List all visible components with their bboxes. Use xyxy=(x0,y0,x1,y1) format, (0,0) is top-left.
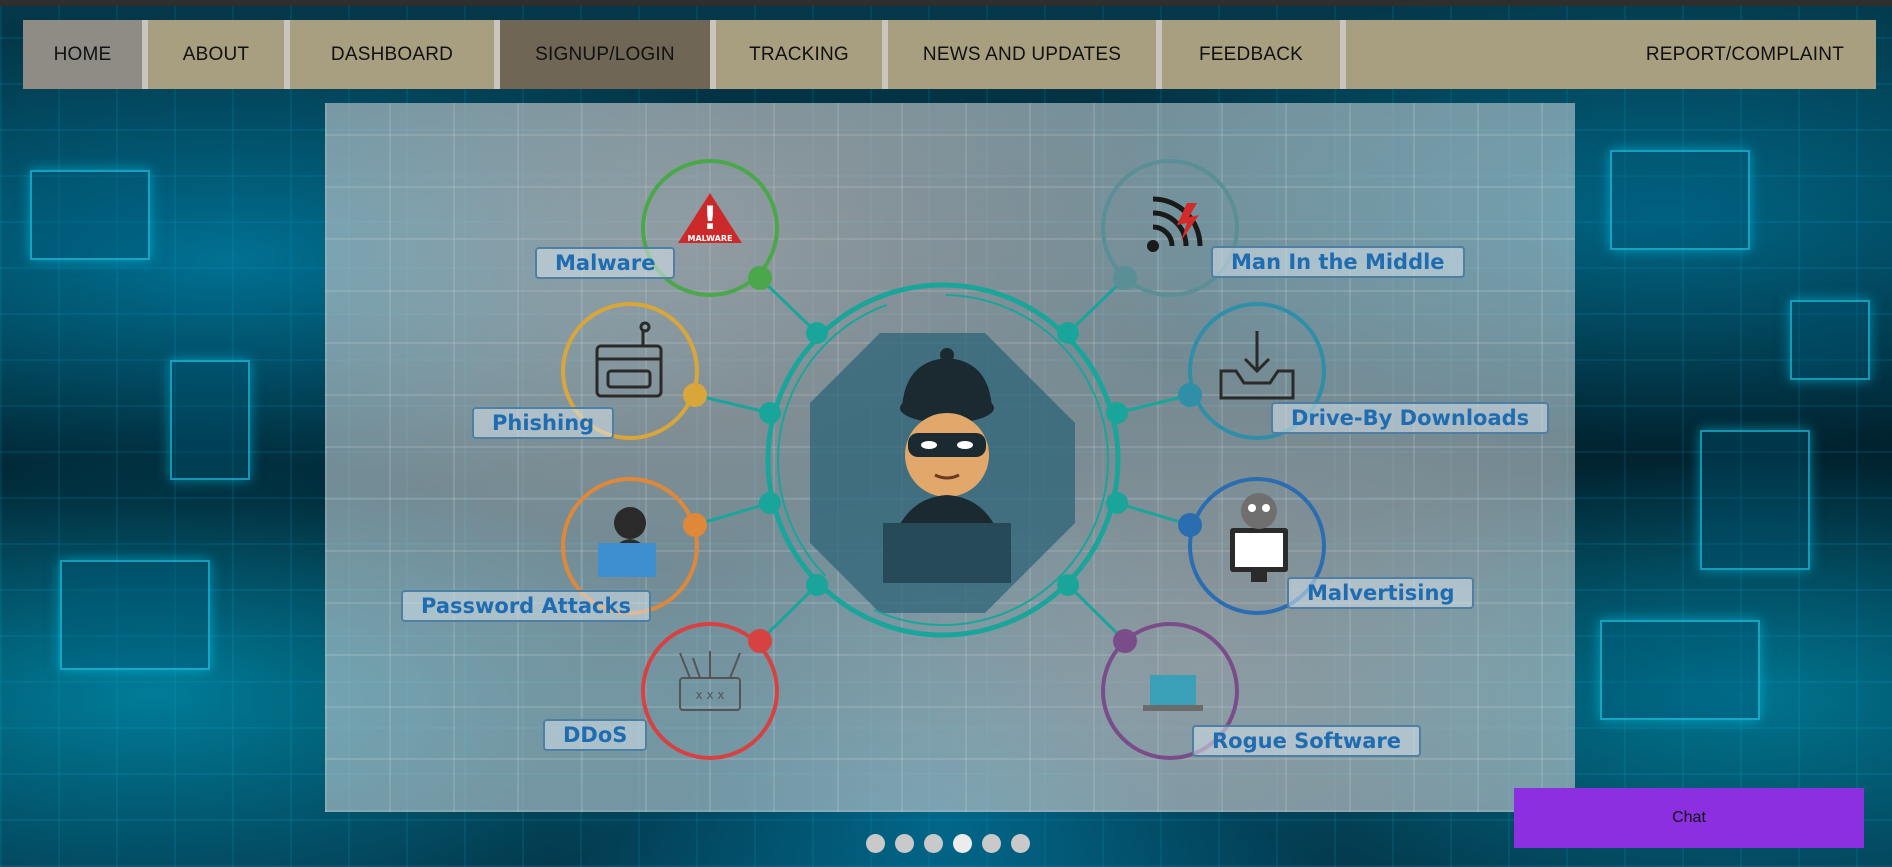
label-rogue-software: Rogue Software xyxy=(1192,725,1422,757)
ddos-node xyxy=(748,629,772,653)
nav-about[interactable]: ABOUT xyxy=(148,20,290,89)
label-drive-by-downloads: Drive-By Downloads xyxy=(1271,402,1550,434)
monitor-virus-icon xyxy=(1230,493,1288,582)
carousel-dot-5[interactable] xyxy=(982,834,1001,853)
svg-text:x x x: x x x xyxy=(696,688,725,702)
carousel-dot-1[interactable] xyxy=(866,834,885,853)
label-phishing: Phishing xyxy=(472,407,615,439)
nav-home[interactable]: HOME xyxy=(23,20,148,89)
malvertising-node xyxy=(1178,513,1202,537)
rogue-laptop-icon xyxy=(1143,675,1203,711)
label-man-in-the-middle: Man In the Middle xyxy=(1211,246,1465,278)
chat-button[interactable]: Chat xyxy=(1514,788,1864,848)
nav-tracking[interactable]: TRACKING xyxy=(716,20,888,89)
label-malvertising: Malvertising xyxy=(1287,577,1475,609)
phishing-node xyxy=(683,383,707,407)
circuit-tile xyxy=(1790,300,1870,380)
nav-signup-login[interactable]: SIGNUP/LOGIN xyxy=(500,20,716,89)
circuit-tile xyxy=(1610,150,1750,250)
label-malware: Malware xyxy=(535,247,676,279)
password-node xyxy=(683,513,707,537)
nav-feedback[interactable]: FEEDBACK xyxy=(1162,20,1346,89)
mitm-node xyxy=(1113,266,1137,290)
circuit-tile xyxy=(30,170,150,260)
wifi-attack-icon xyxy=(1147,196,1203,252)
carousel-dot-6[interactable] xyxy=(1011,834,1030,853)
nav-news-and-updates[interactable]: NEWS AND UPDATES xyxy=(888,20,1162,89)
main-navigation: HOME ABOUT DASHBOARD SIGNUP/LOGIN TRACKI… xyxy=(23,20,1876,89)
network-disruption-icon: x x x xyxy=(679,651,741,711)
label-password-attacks: Password Attacks xyxy=(401,590,651,622)
top-border xyxy=(0,0,1892,6)
carousel-dot-4[interactable] xyxy=(953,834,972,853)
download-tray-icon xyxy=(1219,331,1295,400)
carousel-dot-3[interactable] xyxy=(924,834,943,853)
carousel-indicators xyxy=(866,834,1030,853)
chat-label: Chat xyxy=(1672,809,1706,826)
nav-dashboard[interactable]: DASHBOARD xyxy=(290,20,500,89)
cyber-threats-diagram: ! MALWARE x x x xyxy=(561,159,1326,760)
label-ddos: DDoS xyxy=(543,719,648,751)
carousel-slide: ! MALWARE x x x Malware Man In the Middl… xyxy=(325,103,1575,812)
svg-text:MALWARE: MALWARE xyxy=(688,234,733,243)
circuit-tile xyxy=(170,360,250,480)
driveby-node xyxy=(1178,383,1202,407)
circuit-tile xyxy=(60,560,210,670)
svg-text:!: ! xyxy=(703,199,718,237)
malware-node xyxy=(748,266,772,290)
hacker-laptop-icon xyxy=(598,507,656,577)
nav-report-complaint[interactable]: REPORT/COMPLAINT xyxy=(1346,20,1876,89)
carousel-dot-2[interactable] xyxy=(895,834,914,853)
circuit-tile xyxy=(1700,430,1810,570)
browser-password-icon xyxy=(595,321,663,398)
circuit-tile xyxy=(1600,620,1760,720)
warning-icon: ! MALWARE xyxy=(678,193,742,243)
rogue-node xyxy=(1113,629,1137,653)
